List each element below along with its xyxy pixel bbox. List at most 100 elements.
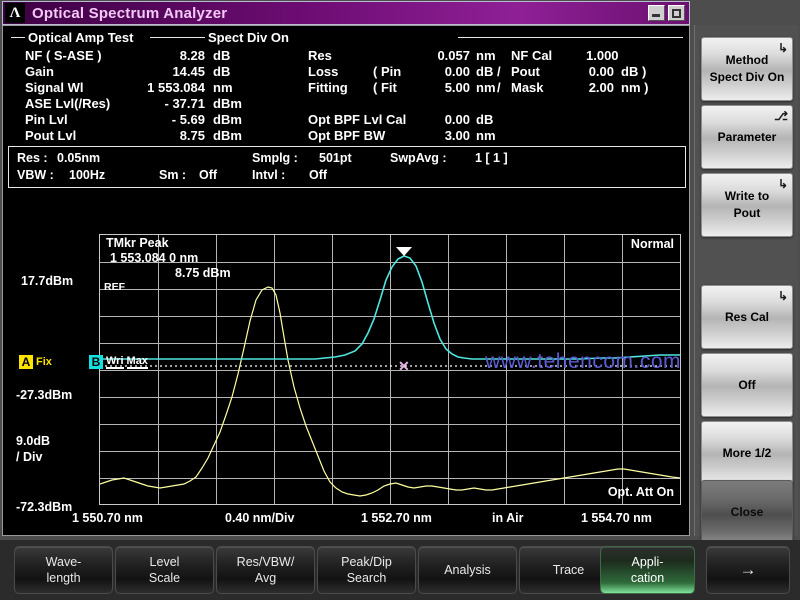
softkey-write-to-pout-line2: Pout — [734, 205, 761, 222]
softkey-parameter-line1: Parameter — [718, 129, 777, 146]
row-paren-fitting-fit: ( Fit — [373, 80, 397, 95]
softkey-off-line1: Off — [738, 377, 755, 394]
row-label-bpf-bw: Opt BPF BW — [308, 128, 385, 143]
row-value-bpf-bw: 3.00 — [408, 128, 470, 143]
value-vbw[interactable]: 100Hz — [69, 168, 105, 182]
sweep-mode-label: Normal — [631, 237, 674, 251]
row-label-bpf-lvl-cal: Opt BPF Lvl Cal — [308, 112, 406, 127]
row-value-pout-lvl: 8.75 — [113, 128, 205, 143]
function-key-wavelength-line2: length — [46, 570, 80, 586]
softkey-res-cal[interactable]: ↳ Res Cal — [701, 285, 793, 349]
trace-status-row: A Fix B Wri Max www.tehencom.com — [11, 355, 681, 371]
softkey-write-to-pout-line1: Write to — [725, 188, 769, 205]
submenu-arrow-icon: ↳ — [778, 288, 788, 305]
value-smplg[interactable]: 501pt — [319, 151, 352, 165]
minimize-icon[interactable] — [648, 5, 665, 21]
function-key-peak-dip-search[interactable]: Peak/Dip Search — [317, 546, 416, 594]
function-key-wavelength-line1: Wave- — [46, 554, 82, 570]
row-label-pin-lvl: Pin Lvl — [25, 112, 68, 127]
sweep-settings-box: Res : 0.05nm VBW : 100Hz Sm : Off Smplg … — [8, 146, 686, 188]
row-label-ase-lvl: ASE Lvl(/Res) — [25, 96, 110, 111]
keypad-icon: ⎇ — [774, 108, 788, 125]
function-key-res-vbw-avg-line2: Avg — [255, 570, 276, 586]
row-label-nf: NF ( S-ASE ) — [25, 48, 102, 63]
softkey-panel: ↳ Method Spect Div On ⎇ Parameter ↳ Writ… — [694, 25, 798, 536]
row-label-fitting-mask: Mask — [511, 80, 544, 95]
instrument-screen: Optical Amp Test Spect Div On NF ( S-ASE… — [2, 25, 690, 536]
trace-b-badge: B — [89, 355, 103, 369]
function-key-application-line1: Appli- — [632, 554, 664, 570]
function-key-application[interactable]: Appli- cation — [600, 546, 695, 594]
window-title: Optical Spectrum Analyzer — [32, 5, 227, 22]
value-intvl[interactable]: Off — [309, 168, 327, 182]
y-axis-label-bottom: -72.3dBm — [16, 500, 72, 514]
row-value-fitting-mask: 2.00 — [568, 80, 614, 95]
function-key-peak-dip-search-line2: Search — [347, 570, 387, 586]
x-axis-label-div: 0.40 nm/Div — [225, 511, 294, 525]
x-axis-label-medium: in Air — [492, 511, 523, 525]
function-key-analysis[interactable]: Analysis — [418, 546, 517, 594]
function-key-level-scale-line2: Scale — [149, 570, 180, 586]
row-unit-signal-wl: nm — [213, 80, 233, 95]
row-unit-pout-lvl: dBm — [213, 128, 242, 143]
softkey-parameter[interactable]: ⎇ Parameter — [701, 105, 793, 169]
row-value-fitting-fit: 5.00 — [408, 80, 470, 95]
softkey-close[interactable]: Close — [701, 480, 793, 544]
label-res: Res : — [17, 151, 48, 165]
function-key-peak-dip-search-line1: Peak/Dip — [341, 554, 392, 570]
label-intvl: Intvl : — [252, 168, 285, 182]
y-axis-label-div-unit: / Div — [16, 450, 42, 464]
trace-a-status[interactable]: A Fix — [19, 355, 52, 369]
row-value-bpf-lvl-cal: 0.00 — [408, 112, 470, 127]
softkey-method-line2: Spect Div On — [710, 69, 785, 86]
trace-b-mode-max: Max — [127, 355, 148, 369]
row-unit-loss-pin: dB — [476, 64, 493, 79]
row-label-res: Res — [308, 48, 332, 63]
value-sm[interactable]: Off — [199, 168, 217, 182]
row-value-nf-cal: 1.000 — [586, 48, 619, 63]
row-unit-fitting-mask: nm ) — [621, 80, 648, 95]
row-unit-res: nm — [476, 48, 496, 63]
row-value-nf: 8.28 — [123, 48, 205, 63]
trace-a-badge: A — [19, 355, 33, 369]
function-key-level-scale-line1: Level — [150, 554, 180, 570]
softkey-off[interactable]: Off — [701, 353, 793, 417]
group-label-optical-amp-test: Optical Amp Test — [28, 30, 133, 45]
function-key-level-scale[interactable]: Level Scale — [115, 546, 214, 594]
function-key-next-page[interactable]: → — [706, 546, 790, 594]
row-value-loss-pout: 0.00 — [568, 64, 614, 79]
x-axis-label-stop: 1 554.70 nm — [581, 511, 652, 525]
value-res[interactable]: 0.05nm — [57, 151, 100, 165]
cross-marker-icon: ✕ — [398, 361, 410, 371]
row-unit-nf: dB — [213, 48, 230, 63]
fieldset-rule-mid — [150, 37, 205, 38]
watermark: www.tehencom.com — [485, 350, 681, 374]
function-key-res-vbw-avg-line1: Res/VBW/ — [237, 554, 295, 570]
marker-readout-wavelength: 1 553.084 0 nm — [110, 251, 198, 265]
function-key-res-vbw-avg[interactable]: Res/VBW/ Avg — [216, 546, 315, 594]
row-label-signal-wl: Signal Wl — [25, 80, 84, 95]
row-unit-ase-lvl: dBm — [213, 96, 242, 111]
function-key-analysis-line1: Analysis — [444, 562, 491, 578]
y-axis-label-mid: -27.3dBm — [16, 388, 72, 402]
y-axis-label-div: 9.0dB — [16, 434, 50, 448]
row-sep-fitting: / — [497, 80, 501, 95]
label-smplg: Smplg : — [252, 151, 298, 165]
optical-att-label: Opt. Att On — [608, 485, 674, 499]
softkey-more-line1: More 1/2 — [723, 445, 772, 462]
softkey-more[interactable]: More 1/2 — [701, 421, 793, 485]
softkey-method-line1: Method — [726, 52, 769, 69]
softkey-write-to-pout[interactable]: ↳ Write to Pout — [701, 173, 793, 237]
window-titlebar: Λ Optical Spectrum Analyzer — [2, 1, 690, 25]
softkey-method[interactable]: ↳ Method Spect Div On — [701, 37, 793, 101]
row-unit-fitting-fit: nm — [476, 80, 496, 95]
row-unit-loss-pout: dB ) — [621, 64, 646, 79]
value-swpavg[interactable]: 1 [ 1 ] — [475, 151, 508, 165]
anritsu-logo-icon: Λ — [5, 3, 25, 23]
trace-b-status[interactable]: B Wri Max — [89, 355, 148, 369]
function-key-wavelength[interactable]: Wave- length — [14, 546, 113, 594]
submenu-arrow-icon: ↳ — [778, 40, 788, 57]
maximize-icon[interactable] — [668, 5, 685, 21]
trace-a-yellow — [100, 287, 680, 496]
row-label-pout-lvl: Pout Lvl — [25, 128, 76, 143]
